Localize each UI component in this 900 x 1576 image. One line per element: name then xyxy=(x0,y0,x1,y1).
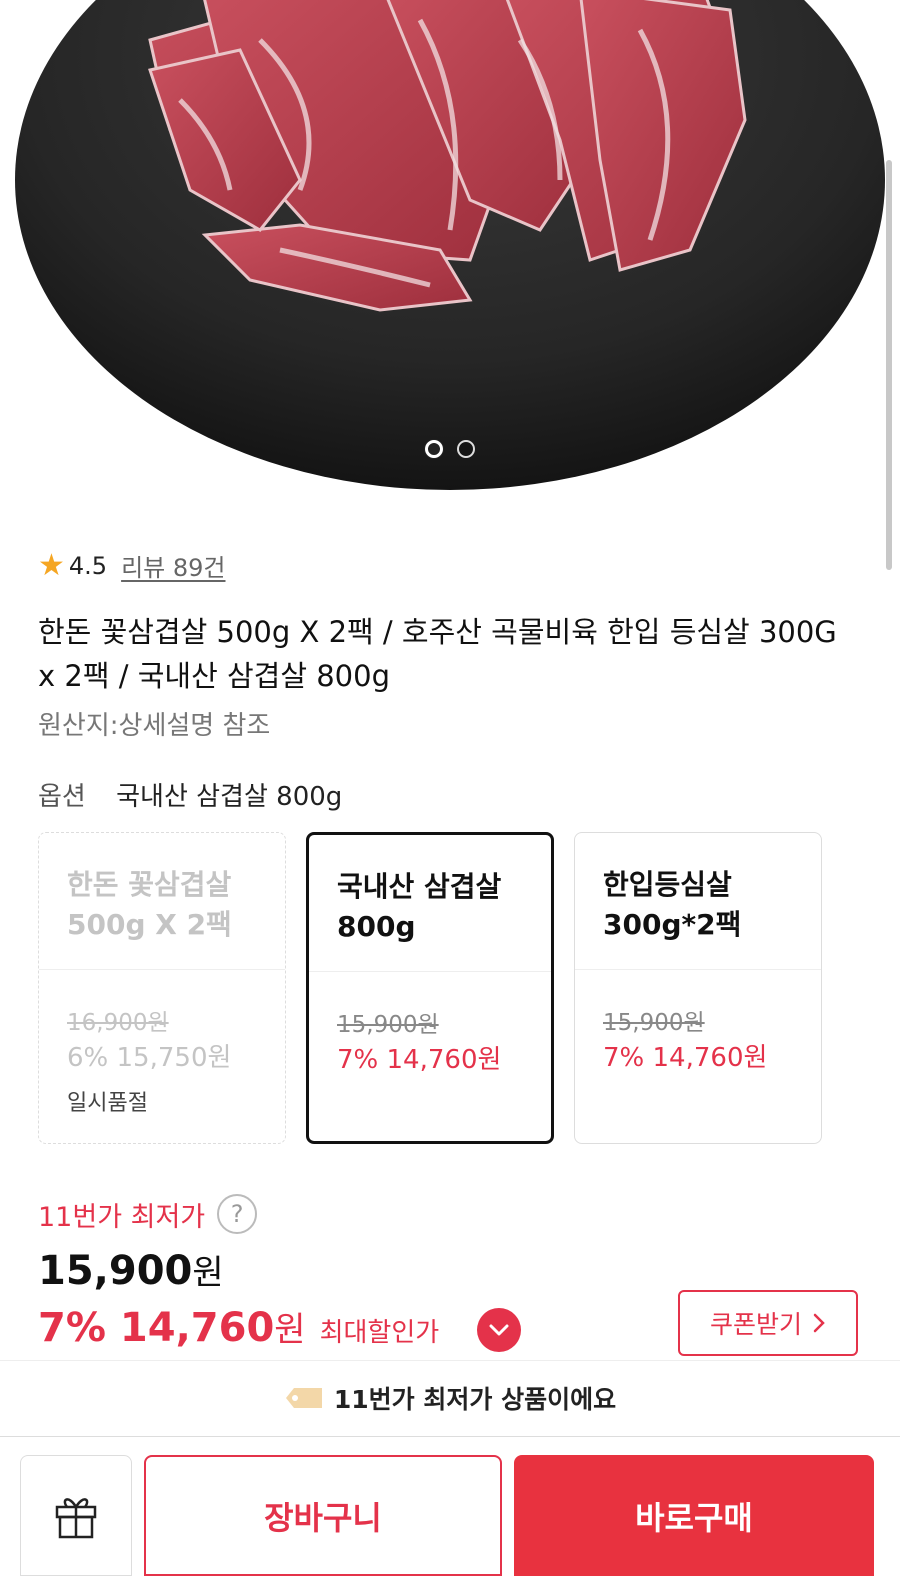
rating-score: 4.5 xyxy=(68,551,108,580)
card-divider xyxy=(309,971,551,972)
star-icon: ★ xyxy=(38,547,65,583)
original-price-amount: 15,900 xyxy=(38,1248,193,1294)
option-card-name: 국내산 삼겹살 800g xyxy=(337,870,502,943)
tag-icon xyxy=(285,1388,322,1408)
max-discount-label: 최대할인가 xyxy=(319,1318,440,1348)
option-card-sale-price: 6% 15,750원 xyxy=(67,1043,232,1073)
option-card-original-price: 15,900원 xyxy=(603,1010,705,1036)
chevron-right-icon xyxy=(813,1313,825,1333)
rating-row: ★ 4.5 리뷰 89건 xyxy=(38,548,226,583)
product-image[interactable] xyxy=(0,0,900,520)
gift-button[interactable] xyxy=(20,1455,132,1576)
card-divider xyxy=(575,969,821,970)
coupon-label: 쿠폰받기 xyxy=(709,1310,802,1339)
lowest-price-banner: 11번가 최저가 상품이에요 xyxy=(0,1362,900,1434)
currency-unit: 원 xyxy=(192,1253,224,1293)
gift-icon xyxy=(55,1497,97,1538)
option-card-3[interactable]: 한입등심살 300g*2팩 15,900원 7% 14,760원 xyxy=(574,832,822,1144)
option-label: 옵션 xyxy=(38,782,86,812)
original-price: 15,900원 xyxy=(38,1245,224,1294)
sale-price-amount: 14,760 xyxy=(119,1305,275,1351)
option-card-name: 한입등심살 300g*2팩 xyxy=(603,868,742,941)
chevron-down-icon[interactable] xyxy=(477,1308,521,1352)
buy-now-button[interactable]: 바로구매 xyxy=(514,1455,874,1576)
option-card-original-price: 15,900원 xyxy=(337,1012,439,1038)
banner-text: 11번가 최저가 상품이에요 xyxy=(333,1385,617,1414)
question-icon[interactable]: ? xyxy=(217,1194,258,1234)
option-card-2[interactable]: 국내산 삼겹살 800g 15,900원 7% 14,760원 xyxy=(306,832,554,1144)
card-divider xyxy=(39,969,285,970)
option-card-sale-price: 7% 14,760원 xyxy=(337,1045,502,1075)
review-link[interactable]: 리뷰 89건 xyxy=(121,548,225,583)
option-row: 옵션 국내산 삼겹살 800g xyxy=(38,776,342,813)
carousel-dot-1[interactable] xyxy=(425,440,443,458)
sale-price-row: 7% 14,760 원 최대할인가 xyxy=(38,1302,439,1351)
scrollbar[interactable] xyxy=(886,160,892,570)
option-selected-value: 국내산 삼겹살 800g xyxy=(116,782,343,812)
add-to-cart-button[interactable]: 장바구니 xyxy=(144,1455,502,1576)
carousel-indicator xyxy=(0,440,900,458)
option-card-sale-price: 7% 14,760원 xyxy=(603,1043,768,1073)
sold-out-label: 일시품절 xyxy=(67,1091,148,1116)
coupon-button[interactable]: 쿠폰받기 xyxy=(678,1290,858,1356)
option-card-original-price: 16,900원 xyxy=(67,1010,169,1036)
option-card-name: 한돈 꽃삼겹살 500g X 2팩 xyxy=(67,868,232,941)
lowest-price-label: 11번가 최저가 xyxy=(38,1201,206,1233)
currency-unit: 원 xyxy=(274,1310,306,1350)
lowest-price-label-row: 11번가 최저가 ? xyxy=(38,1194,258,1234)
carousel-dot-2[interactable] xyxy=(457,440,475,458)
option-cards: 한돈 꽃삼겹살 500g X 2팩 16,900원 6% 15,750원 일시품… xyxy=(38,832,822,1144)
product-title: 한돈 꽃삼겹살 500g X 2팩 / 호주산 곡물비육 한입 등심살 300G… xyxy=(38,615,837,693)
section-divider xyxy=(0,1360,900,1361)
bottom-divider xyxy=(0,1436,900,1437)
option-card-1[interactable]: 한돈 꽃삼겹살 500g X 2팩 16,900원 6% 15,750원 일시품… xyxy=(38,832,286,1144)
discount-percent: 7% xyxy=(38,1305,106,1351)
product-origin: 원산지:상세설명 참조 xyxy=(38,711,271,741)
